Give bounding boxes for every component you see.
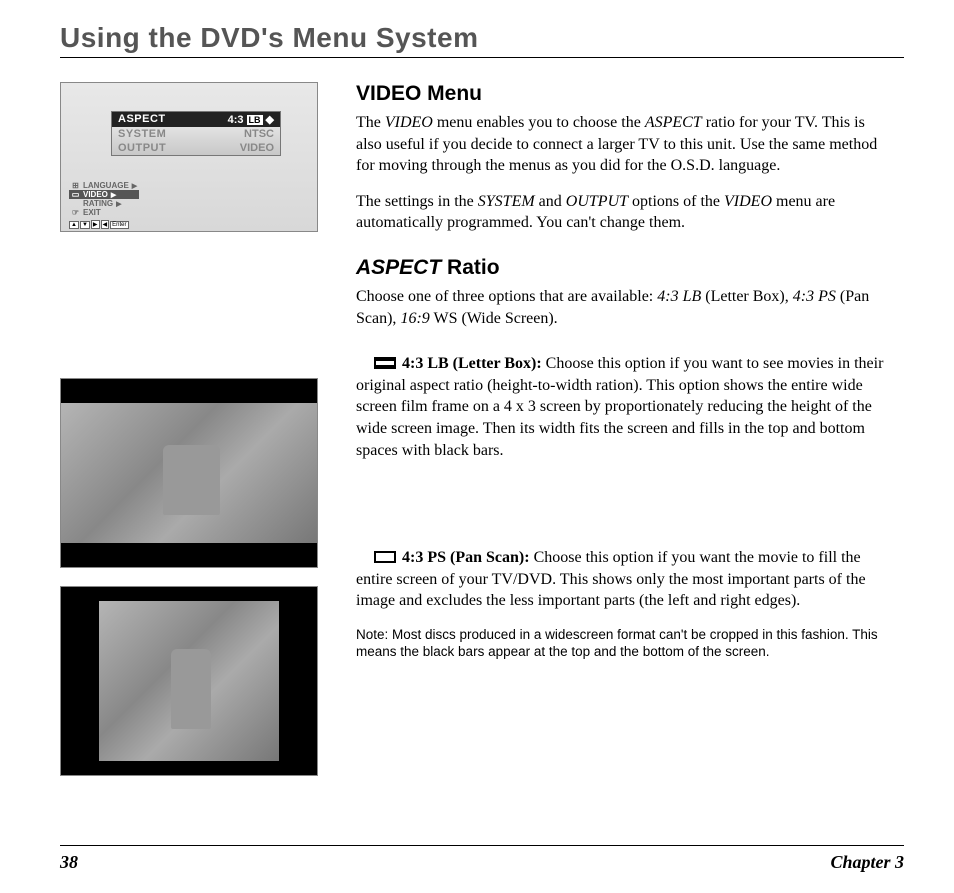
osd-side-rating: RATING ▶ xyxy=(69,199,139,208)
aspect-ratio-intro: Choose one of three options that are ava… xyxy=(356,286,894,329)
page-number: 38 xyxy=(60,852,78,873)
language-icon: ⊞ xyxy=(71,181,80,190)
chevron-right-icon: ▶ xyxy=(111,191,116,199)
video-menu-heading: VIDEO Menu xyxy=(356,82,894,106)
osd-sidebar: ⊞ LANGUAGE ▶ ▭ VIDEO ▶ RATING ▶ ☞ EXIT xyxy=(69,181,139,217)
content-columns: ASPECT 4:3 LB ◆ SYSTEM NTSC OUTPUT VIDEO xyxy=(60,82,904,776)
osd-side-video: ▭ VIDEO ▶ xyxy=(69,190,139,199)
chevron-right-icon: ▶ xyxy=(132,182,137,190)
chapter-label: Chapter 3 xyxy=(830,852,904,873)
letterbox-example-image xyxy=(60,378,318,568)
osd-footer-keys: ▲ ▼ ▶ ◀ Enter xyxy=(69,220,129,229)
osd-side-exit: ☞ EXIT xyxy=(69,208,139,217)
page-footer: 38 Chapter 3 xyxy=(60,845,904,873)
left-column: ASPECT 4:3 LB ◆ SYSTEM NTSC OUTPUT VIDEO xyxy=(60,82,320,776)
osd-screenshot: ASPECT 4:3 LB ◆ SYSTEM NTSC OUTPUT VIDEO xyxy=(60,82,318,232)
video-icon: ▭ xyxy=(71,190,80,199)
panscan-example-image xyxy=(60,586,318,776)
updown-icon: ◆ xyxy=(266,113,274,126)
panscan-icon xyxy=(374,551,396,563)
option-letterbox: 4:3 LB (Letter Box): Choose this option … xyxy=(356,353,894,461)
osd-side-language: ⊞ LANGUAGE ▶ xyxy=(69,181,139,190)
osd-row-system: SYSTEM NTSC xyxy=(112,127,280,141)
video-menu-p1: The VIDEO menu enables you to choose the… xyxy=(356,112,894,177)
aspect-ratio-heading: ASPECT Ratio xyxy=(356,256,894,280)
chevron-right-icon: ▶ xyxy=(116,200,121,208)
right-column: VIDEO Menu The VIDEO menu enables you to… xyxy=(356,82,904,776)
option-panscan: 4:3 PS (Pan Scan): Choose this option if… xyxy=(356,547,894,612)
osd-row-output: OUTPUT VIDEO xyxy=(112,141,280,155)
osd-row-value: 4:3 LB ◆ xyxy=(228,113,274,126)
osd-row-aspect: ASPECT 4:3 LB ◆ xyxy=(112,112,280,127)
panscan-note: Note: Most discs produced in a widescree… xyxy=(356,626,894,661)
letterbox-icon xyxy=(374,357,396,369)
page-title: Using the DVD's Menu System xyxy=(60,22,904,58)
video-menu-p2: The settings in the SYSTEM and OUTPUT op… xyxy=(356,191,894,234)
osd-row-label: ASPECT xyxy=(118,113,166,126)
osd-popup: ASPECT 4:3 LB ◆ SYSTEM NTSC OUTPUT VIDEO xyxy=(111,111,281,156)
exit-icon: ☞ xyxy=(71,208,80,217)
